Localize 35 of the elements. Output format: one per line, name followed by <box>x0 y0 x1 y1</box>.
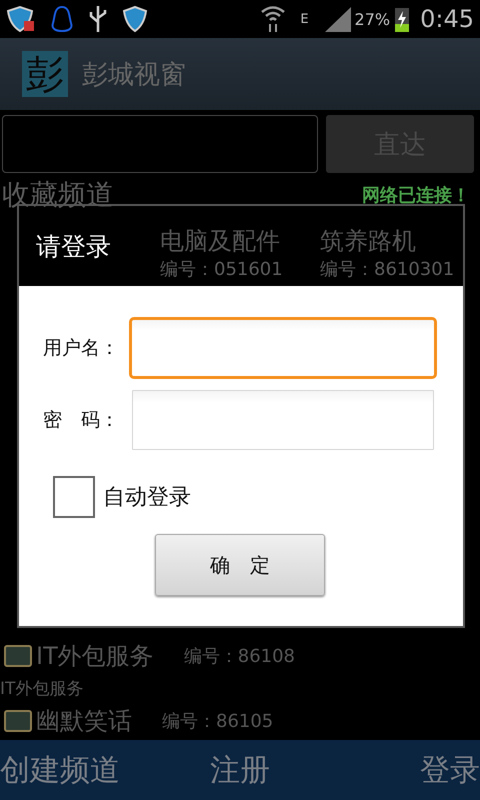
shield-icon <box>122 5 148 33</box>
channel-id: 编号：86108 <box>184 644 296 668</box>
network-status: 网络已连接！ <box>362 184 470 207</box>
clock-time: 0:45 <box>420 5 474 33</box>
checkbox-label: 自动登录 <box>103 484 191 512</box>
shield-icon <box>6 5 36 33</box>
checkbox[interactable] <box>53 476 95 518</box>
usb-icon <box>88 4 108 34</box>
field-label: 密 码： <box>43 408 120 433</box>
network-type-label: E <box>300 12 309 26</box>
channel-id: 编号：051601 <box>160 258 284 281</box>
channel-name: 筑养路机 <box>320 226 417 257</box>
app-logo: 彭 <box>22 51 68 97</box>
monitor-icon <box>4 710 32 732</box>
dialog-title: 请登录 <box>36 230 111 262</box>
battery-percent: 27% <box>354 10 390 28</box>
channel-name: 电脑及配件 <box>160 226 281 257</box>
channel-name: 幽默笑话 <box>36 706 132 736</box>
input-field[interactable] <box>132 390 434 450</box>
bottom-bar-button[interactable]: 创建频道 <box>0 750 120 790</box>
input-field[interactable] <box>129 317 437 379</box>
bottom-bar-button[interactable]: 注册 <box>210 750 270 790</box>
signal-icon <box>322 5 353 33</box>
channel-id: 编号：86105 <box>162 710 274 732</box>
bottom-bar-button[interactable]: 登录 <box>420 750 480 790</box>
field-label: 用户名： <box>43 336 120 361</box>
search-field[interactable] <box>2 115 318 173</box>
battery-charging-icon <box>394 5 410 33</box>
channel-description: IT外包服务 <box>0 678 84 700</box>
app-title: 彭城视窗 <box>82 58 186 92</box>
monitor-icon <box>4 644 32 666</box>
channel-id: 编号：8610301 <box>320 258 456 281</box>
channel-name: IT外包服务 <box>36 640 154 672</box>
wifi-icon <box>260 4 286 34</box>
confirm-button[interactable]: 确 定 <box>155 534 325 596</box>
